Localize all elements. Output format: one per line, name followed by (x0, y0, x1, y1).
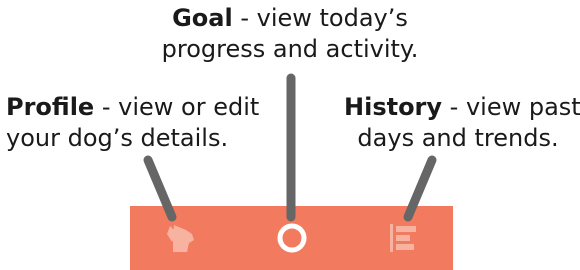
profile-desc-line1: - view or edit (94, 93, 260, 121)
profile-callout-text: Profile - view or edit your dog’s detail… (6, 92, 259, 154)
history-callout-text: History - view past days and trends. (344, 92, 580, 154)
goal-callout-text: Goal - view today’s progress and activit… (120, 3, 460, 65)
profile-desc-line2: your dog’s details. (6, 124, 229, 152)
tab-profile[interactable] (148, 206, 212, 270)
goal-desc-line2: progress and activity. (161, 35, 419, 63)
history-term: History (344, 93, 443, 121)
goal-term: Goal (172, 4, 233, 32)
tab-goal[interactable] (260, 206, 324, 270)
profile-term: Profile (6, 93, 95, 121)
history-desc-line1: - view past (442, 93, 580, 121)
tab-history[interactable] (373, 206, 437, 270)
history-desc-line2: days and trends. (357, 124, 559, 152)
goal-ring-icon (277, 223, 307, 253)
tab-bar (130, 206, 453, 270)
goal-desc-line1: - view today’s (232, 4, 408, 32)
history-bars-icon (390, 224, 416, 252)
dog-head-icon (167, 225, 194, 252)
